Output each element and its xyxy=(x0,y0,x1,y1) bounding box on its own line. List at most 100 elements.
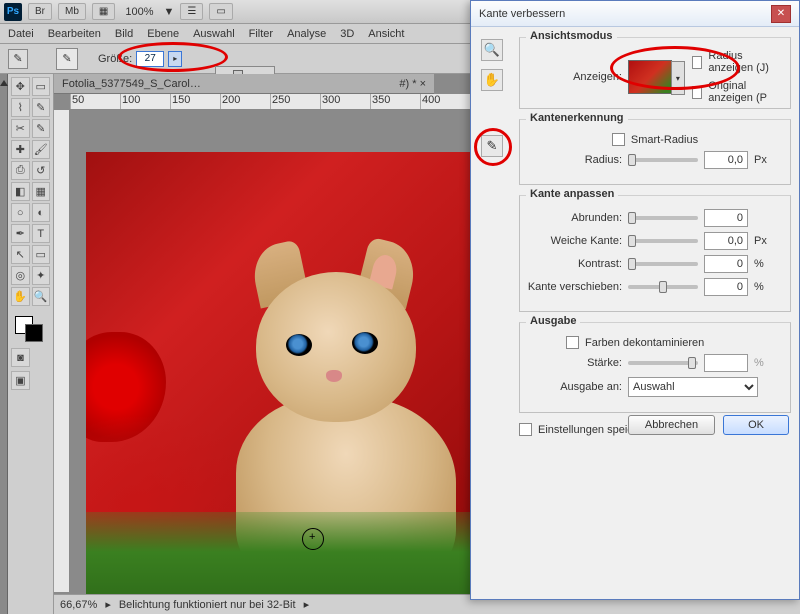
lasso-tool[interactable]: ⌇ xyxy=(11,98,30,117)
path-tool[interactable]: ↖ xyxy=(11,245,30,264)
decontaminate-label: Farben dekontaminieren xyxy=(585,337,704,349)
shift-input[interactable] xyxy=(704,278,748,296)
dodge-tool[interactable]: ◐ xyxy=(32,203,51,222)
output-label: Ausgabe xyxy=(526,315,580,327)
bridge-button[interactable]: Br xyxy=(28,3,52,20)
radius-anzeigen-label: Radius anzeigen (J) xyxy=(708,50,784,74)
original-anzeigen-checkbox[interactable] xyxy=(692,86,702,99)
stamp-tool[interactable]: ⎙ xyxy=(11,161,30,180)
zoom-tool[interactable]: 🔍 xyxy=(32,287,51,306)
smart-radius-label: Smart-Radius xyxy=(631,134,698,146)
adjust-edge-label: Kante anpassen xyxy=(526,188,618,200)
smart-radius-checkbox[interactable] xyxy=(612,133,625,146)
radius-input[interactable] xyxy=(704,151,748,169)
radius-slider[interactable] xyxy=(628,158,698,162)
zoom-dropdown-icon[interactable]: ▼ xyxy=(164,6,175,18)
eyedropper-tool[interactable]: ✎ xyxy=(32,119,51,138)
pen-tool[interactable]: ✒ xyxy=(11,224,30,243)
ok-button[interactable]: OK xyxy=(723,415,789,435)
menu-auswahl[interactable]: Auswahl xyxy=(193,28,235,40)
type-tool[interactable]: T xyxy=(32,224,51,243)
panel-collapse-strip[interactable] xyxy=(0,74,8,614)
output-to-select[interactable]: Auswahl xyxy=(628,377,758,397)
menu-3d[interactable]: 3D xyxy=(340,28,354,40)
dialog-refine-brush-tool[interactable]: ✎ xyxy=(481,135,503,157)
3d-tool[interactable]: ◎ xyxy=(11,266,30,285)
crop-tool[interactable]: ✂ xyxy=(11,119,30,138)
screenmode-button[interactable]: ▭ xyxy=(209,3,232,20)
brush-tool[interactable]: 🖌 xyxy=(32,140,51,159)
document-tab[interactable]: Fotolia_5377549_S_Carol…#) * × xyxy=(54,74,434,94)
view-preview-dropdown-icon[interactable]: ▾ xyxy=(671,61,685,95)
heal-tool[interactable]: ✚ xyxy=(11,140,30,159)
smooth-slider[interactable] xyxy=(628,216,698,220)
adjust-edge-group: Kante anpassen Abrunden: Weiche Kante:Px… xyxy=(519,195,791,312)
camera-tool[interactable]: ✦ xyxy=(32,266,51,285)
gradient-tool[interactable]: ▦ xyxy=(32,182,51,201)
amount-input xyxy=(704,354,748,372)
dialog-titlebar[interactable]: Kante verbessern ✕ xyxy=(471,1,799,27)
menu-filter[interactable]: Filter xyxy=(249,28,273,40)
unit-pct2: % xyxy=(754,281,764,293)
blur-tool[interactable]: ○ xyxy=(11,203,30,222)
menu-ebene[interactable]: Ebene xyxy=(147,28,179,40)
output-group: Ausgabe Farben dekontaminieren Stärke:% … xyxy=(519,322,791,413)
dialog-zoom-tool[interactable]: 🔍 xyxy=(481,39,503,61)
feather-input[interactable] xyxy=(704,232,748,250)
menu-bearbeiten[interactable]: Bearbeiten xyxy=(48,28,101,40)
shift-label: Kante verschieben: xyxy=(526,281,622,293)
arrange-button[interactable]: ☰ xyxy=(180,3,203,20)
background-swatch[interactable] xyxy=(25,324,43,342)
move-tool[interactable]: ✥ xyxy=(11,77,30,96)
view-preview-thumbnail[interactable]: ▾ xyxy=(628,60,672,94)
view-extras-button[interactable]: ▦ xyxy=(92,3,115,20)
radius-label: Radius: xyxy=(526,154,622,166)
amount-slider xyxy=(628,361,698,365)
ps-logo-icon: Ps xyxy=(4,3,22,21)
radius-anzeigen-checkbox[interactable] xyxy=(692,56,703,69)
contrast-input[interactable] xyxy=(704,255,748,273)
zoom-level[interactable]: 100% xyxy=(121,6,157,18)
brush-size-flyout-icon[interactable]: ▸ xyxy=(168,51,182,67)
dialog-close-button[interactable]: ✕ xyxy=(771,5,791,23)
current-tool-icon[interactable]: ✎ xyxy=(8,49,28,69)
remember-settings-checkbox[interactable] xyxy=(519,423,532,436)
viewmode-group: Ansichtsmodus Anzeigen: ▾ Radius anzeige… xyxy=(519,37,791,109)
unit-pct: % xyxy=(754,258,764,270)
marquee-tool[interactable]: ▭ xyxy=(32,77,51,96)
menu-ansicht[interactable]: Ansicht xyxy=(368,28,404,40)
color-swatches[interactable] xyxy=(11,314,50,344)
minibridge-button[interactable]: Mb xyxy=(58,3,86,20)
menu-analyse[interactable]: Analyse xyxy=(287,28,326,40)
menu-datei[interactable]: Datei xyxy=(8,28,34,40)
smooth-input[interactable] xyxy=(704,209,748,227)
shift-slider[interactable] xyxy=(628,285,698,289)
dialog-title: Kante verbessern xyxy=(479,8,565,20)
feather-slider[interactable] xyxy=(628,239,698,243)
cancel-button[interactable]: Abbrechen xyxy=(628,415,715,435)
menu-bild[interactable]: Bild xyxy=(115,28,133,40)
hand-tool[interactable]: ✋ xyxy=(11,287,30,306)
decontaminate-checkbox[interactable] xyxy=(566,336,579,349)
toolbox: ✥▭ ⌇✎ ✂✎ ✚🖌 ⎙↺ ◧▦ ○◐ ✒T ↖▭ ◎✦ ✋🔍 ◙ ▣ xyxy=(8,74,54,614)
unit-pct3: % xyxy=(754,357,764,369)
shape-tool[interactable]: ▭ xyxy=(32,245,51,264)
quickmask-button[interactable]: ◙ xyxy=(11,348,30,367)
eraser-tool[interactable]: ◧ xyxy=(11,182,30,201)
dialog-hand-tool[interactable]: ✋ xyxy=(481,69,503,91)
screenmode-tool[interactable]: ▣ xyxy=(11,371,30,390)
annotation-circle-brush xyxy=(474,128,512,166)
status-zoom[interactable]: 66,67% xyxy=(60,599,97,611)
brush-cursor-icon xyxy=(302,528,324,550)
contrast-slider[interactable] xyxy=(628,262,698,266)
history-brush-tool[interactable]: ↺ xyxy=(32,161,51,180)
anzeigen-label: Anzeigen: xyxy=(526,71,622,83)
edge-detect-group: Kantenerkennung Smart-Radius Radius:Px xyxy=(519,119,791,185)
quickselect-tool[interactable]: ✎ xyxy=(32,98,51,117)
refine-edge-dialog: Kante verbessern ✕ 🔍 ✋ ✎ Ansichtsmodus A… xyxy=(470,0,800,600)
ruler-vertical xyxy=(54,110,70,592)
brush-size-input[interactable] xyxy=(136,51,164,67)
canvas-image[interactable] xyxy=(86,152,474,612)
brush-preset-icon[interactable]: ✎ xyxy=(56,48,78,70)
status-message: Belichtung funktioniert nur bei 32-Bit xyxy=(119,599,296,611)
